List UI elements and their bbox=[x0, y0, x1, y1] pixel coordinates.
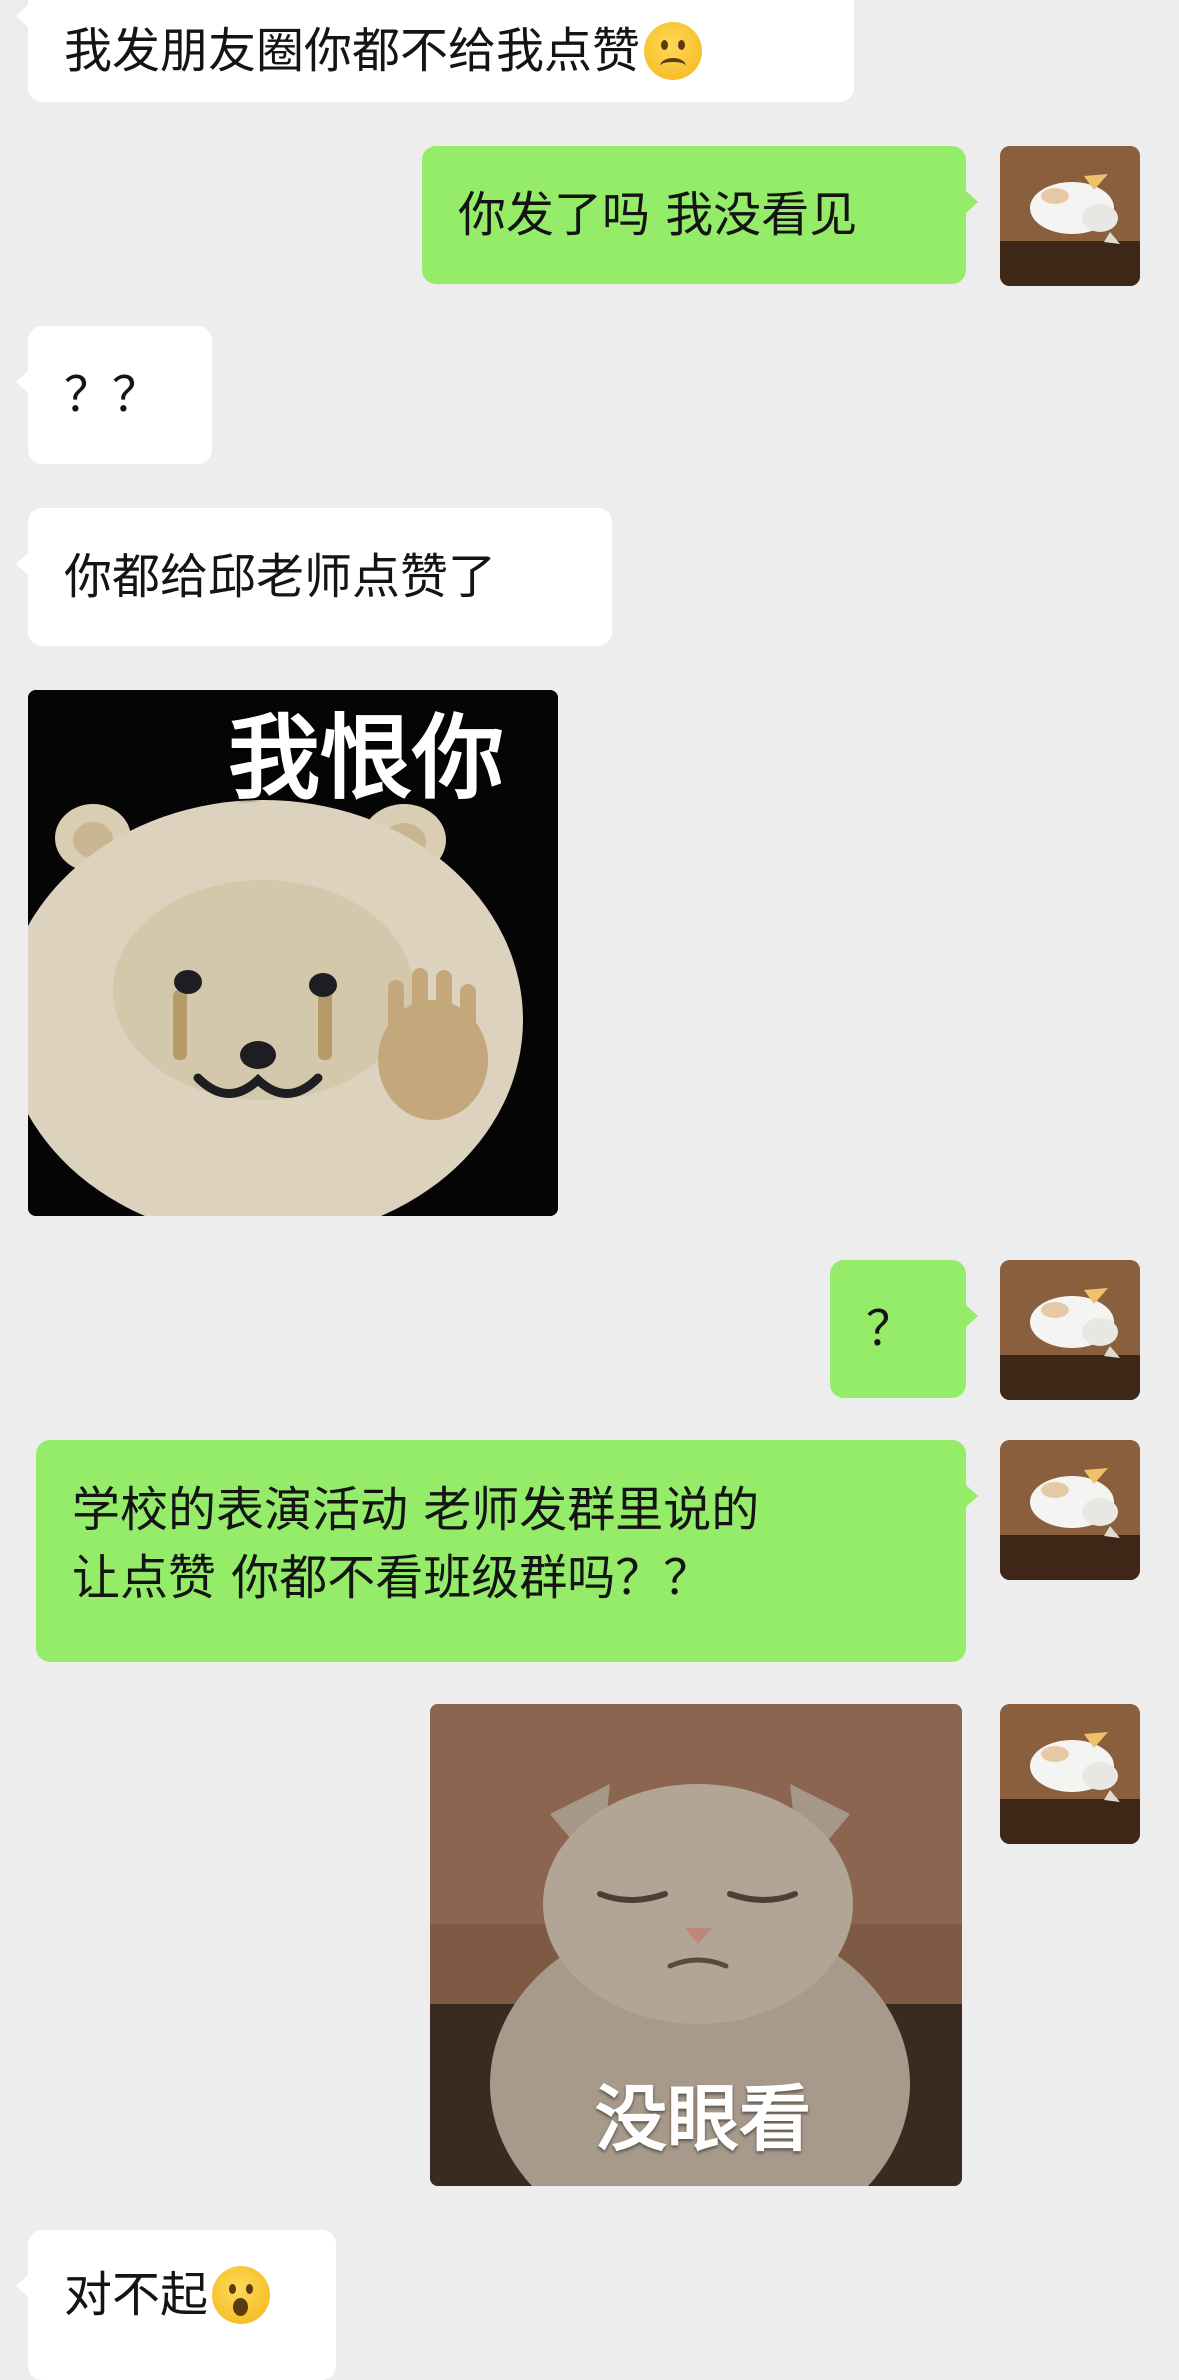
sticker-caption: 没眼看 bbox=[595, 2077, 812, 2161]
outgoing-message-bubble[interactable]: 你发了吗 我没看见 bbox=[422, 146, 978, 284]
my-avatar[interactable] bbox=[1000, 146, 1140, 286]
my-avatar[interactable] bbox=[1000, 1260, 1140, 1400]
incoming-message-bubble[interactable]: 对不起 bbox=[16, 2230, 336, 2380]
message-text-line: 让点赞 你都不看班级群吗？？ bbox=[72, 1550, 712, 1606]
my-avatar[interactable] bbox=[1000, 1440, 1140, 1580]
sticker-caption: 我恨你 bbox=[228, 705, 505, 812]
cat-avatar-icon bbox=[1000, 1704, 1140, 1844]
outgoing-message-bubble[interactable]: ？ bbox=[830, 1260, 978, 1398]
bear-sticker-image[interactable]: 我恨你 bbox=[28, 690, 558, 1216]
incoming-message-bubble[interactable]: ？？ bbox=[16, 326, 212, 464]
incoming-message-bubble[interactable]: 你都给邱老师点赞了 bbox=[16, 508, 612, 646]
my-avatar[interactable] bbox=[1000, 1704, 1140, 1844]
incoming-message-bubble[interactable]: 我发朋友圈你都不给我点赞 bbox=[16, 0, 854, 102]
message-text: 对不起 bbox=[64, 2267, 209, 2323]
face-with-open-mouth-emoji-icon bbox=[212, 2266, 271, 2324]
outgoing-message-bubble[interactable]: 学校的表演活动 老师发群里说的 让点赞 你都不看班级群吗？？ bbox=[36, 1440, 978, 1662]
cat-sticker-image[interactable]: 没眼看 bbox=[430, 1704, 962, 2186]
cat-avatar-icon bbox=[1000, 1260, 1140, 1400]
chat-message-list[interactable]: 我发朋友圈你都不给我点赞 你发了吗 我没看见 ？？ 你都给邱老师点赞了 我恨你 … bbox=[0, 0, 1179, 2380]
message-text: ？ bbox=[866, 1301, 915, 1357]
message-text: 你发了吗 我没看见 bbox=[458, 187, 858, 243]
message-text: ？？ bbox=[64, 367, 161, 423]
message-text: 你都给邱老师点赞了 bbox=[64, 549, 497, 605]
message-text-line: 学校的表演活动 老师发群里说的 bbox=[72, 1482, 760, 1538]
cat-avatar-icon bbox=[1000, 146, 1140, 286]
frowning-face-emoji-icon bbox=[644, 22, 703, 80]
message-text: 我发朋友圈你都不给我点赞 bbox=[64, 23, 641, 79]
cat-avatar-icon bbox=[1000, 1440, 1140, 1580]
